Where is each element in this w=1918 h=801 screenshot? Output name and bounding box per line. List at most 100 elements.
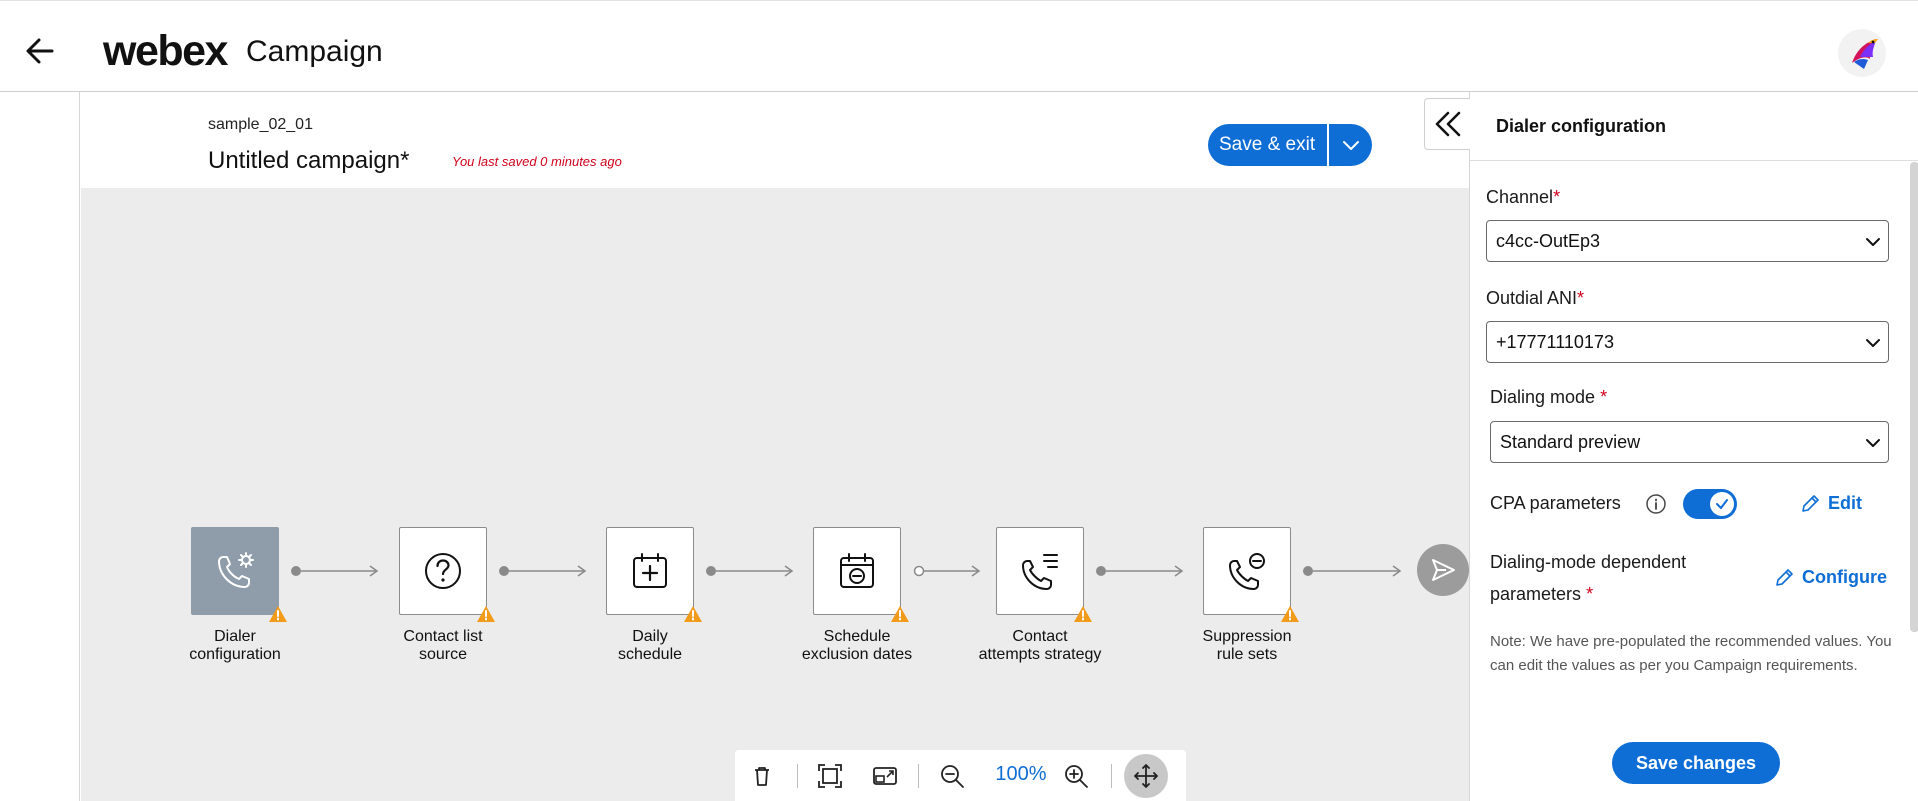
flow-node-dialer-configuration[interactable] (191, 527, 287, 622)
dialing-mode-value: Standard preview (1500, 432, 1641, 452)
flow-node-contact-list-source[interactable] (399, 527, 495, 622)
channel-label-text: Channel (1486, 187, 1554, 207)
left-rail (0, 92, 80, 801)
channel-select[interactable]: c4cc-OutEp3 (1486, 220, 1889, 262)
cpa-parameters-toggle[interactable] (1683, 489, 1737, 519)
flow-node-label: Contact list source (373, 628, 513, 664)
back-button[interactable] (22, 33, 58, 69)
save-exit-button[interactable]: Save & exit (1208, 124, 1328, 166)
delete-button[interactable] (745, 759, 779, 793)
flow-node-daily-schedule[interactable] (606, 527, 702, 622)
campaign-id-label: sample_02_01 (208, 116, 313, 133)
toggle-knob (1710, 492, 1734, 516)
brand-logo-text: webex (103, 27, 228, 75)
last-saved-note: You last saved 0 minutes ago (452, 154, 622, 169)
node-label-line: Schedule (823, 628, 891, 645)
recommended-values-note: Note: We have pre-populated the recommen… (1490, 633, 1892, 674)
edit-cpa-button[interactable]: Edit (1800, 493, 1862, 514)
node-label-line: attempts strategy (978, 646, 1102, 663)
node-label-line: source (418, 646, 468, 663)
phone-gear-icon (218, 552, 254, 588)
canvas-toolbar: 100% (735, 750, 1186, 801)
minimap-icon (873, 767, 897, 785)
chevron-down-icon (1866, 439, 1880, 447)
collapse-panel-button[interactable] (1424, 98, 1470, 150)
info-icon[interactable] (1645, 493, 1667, 515)
node-label-line: Contact (1012, 628, 1068, 645)
node-label-line: Suppression (1202, 628, 1292, 645)
dep-label-line: Dialing-mode dependent (1490, 552, 1687, 572)
cpa-parameters-label: CPA parameters (1490, 493, 1621, 513)
flow-node-suppression-rule-sets[interactable] (1203, 527, 1299, 622)
warning-triangle-icon (269, 606, 287, 622)
pan-move-icon (1134, 764, 1158, 788)
arrow-left-icon (26, 38, 54, 64)
flow-connector (1303, 565, 1402, 577)
toolbar-divider (797, 764, 798, 788)
save-changes-button[interactable]: Save changes (1612, 742, 1780, 784)
configure-label: Configure (1802, 567, 1887, 587)
flow-node-label: Daily schedule (580, 628, 720, 664)
pan-mode-button[interactable] (1124, 754, 1168, 798)
bird-logo-icon (1852, 39, 1878, 69)
delete-icon (755, 767, 769, 786)
app-name: Campaign (246, 35, 383, 68)
required-marker: * (1553, 187, 1561, 207)
publish-send-button[interactable] (1417, 544, 1469, 596)
flow-connector (1096, 565, 1184, 577)
toolbar-divider (1111, 764, 1112, 788)
zoom-in-button[interactable] (1059, 759, 1093, 793)
dialing-mode-label: Dialing mode * (1490, 387, 1607, 408)
warning-triangle-icon (477, 606, 495, 622)
avatar[interactable] (1838, 29, 1886, 77)
node-label-line: Contact list (403, 628, 483, 645)
campaign-title[interactable]: Untitled campaign* (208, 147, 409, 175)
flow-node-label: Dialer configuration (165, 628, 305, 664)
zoom-out-button[interactable] (935, 759, 969, 793)
dialing-mode-dependent-label: Dialing-mode dependent parameters * (1490, 546, 1730, 610)
campaign-info-bar: sample_02_01 Untitled campaign* You last… (81, 92, 1469, 188)
dep-label-line: parameters (1490, 584, 1582, 604)
fit-screen-icon (818, 764, 842, 788)
edit-label: Edit (1828, 493, 1862, 513)
minimap-button[interactable] (868, 759, 902, 793)
zoom-level: 100% (995, 763, 1047, 785)
flow-connector (499, 565, 587, 577)
chevron-down-icon (1866, 238, 1880, 246)
node-label-line: configuration (189, 646, 281, 663)
configure-parameters-button[interactable]: Configure (1774, 567, 1887, 588)
outdial-ani-label: Outdial ANI* (1486, 288, 1584, 309)
node-label-line: Daily (632, 628, 668, 645)
flow-node-contact-attempts-strategy[interactable] (996, 527, 1092, 622)
scrollbar-thumb[interactable] (1910, 162, 1918, 632)
panel-footer: Save changes (1470, 732, 1910, 801)
calendar-minus-icon (840, 553, 874, 588)
fit-to-screen-button[interactable] (813, 759, 847, 793)
app-root: webex Campaign sample_02_01 Untitled cam… (0, 0, 1918, 801)
save-button-group: Save & exit (1208, 124, 1373, 166)
send-icon (1432, 559, 1455, 581)
warning-triangle-icon (1074, 606, 1092, 622)
pencil-icon (1776, 568, 1793, 586)
phone-block-icon (1229, 553, 1265, 590)
ani-value: +17771110173 (1496, 332, 1614, 352)
dialing-mode-label-text: Dialing mode (1490, 387, 1596, 407)
zoom-in-icon (1065, 765, 1088, 788)
panel-divider (1470, 160, 1918, 161)
channel-value: c4cc-OutEp3 (1496, 231, 1601, 251)
phone-list-icon (1022, 554, 1058, 590)
flow-canvas[interactable]: Dialer configuration Contact list source (81, 188, 1469, 801)
channel-label: Channel* (1486, 187, 1560, 208)
flow-node-label: Contact attempts strategy (970, 628, 1110, 664)
ani-label-text: Outdial ANI (1486, 288, 1578, 308)
chevron-down-icon (1342, 141, 1359, 150)
save-options-dropdown-button[interactable] (1327, 124, 1373, 166)
dialing-mode-select[interactable]: Standard preview (1490, 421, 1889, 463)
panel-scrollbar[interactable] (1910, 162, 1918, 632)
flow-node-schedule-exclusion-dates[interactable] (813, 527, 909, 622)
double-chevron-left-icon (1435, 111, 1460, 137)
pencil-icon (1802, 494, 1819, 512)
outdial-ani-select[interactable]: +17771110173 (1486, 321, 1889, 363)
panel-title: Dialer configuration (1496, 116, 1667, 136)
calendar-add-icon (633, 553, 667, 588)
